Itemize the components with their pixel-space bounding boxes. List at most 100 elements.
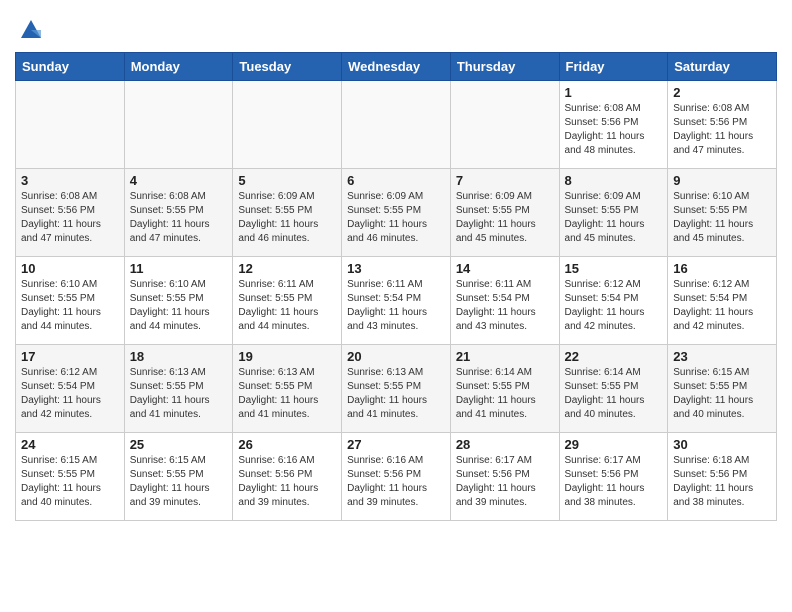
day-number: 11 (130, 261, 228, 276)
day-number: 1 (565, 85, 663, 100)
calendar-cell: 20 Sunrise: 6:13 AM Sunset: 5:55 PM Dayli… (342, 345, 451, 433)
day-number: 26 (238, 437, 336, 452)
day-number: 8 (565, 173, 663, 188)
week-row-1: 3 Sunrise: 6:08 AM Sunset: 5:56 PM Daylig… (16, 169, 777, 257)
day-number: 18 (130, 349, 228, 364)
calendar-cell: 9Sunrise: 6:10 AM Sunset: 5:55 PM Daylig… (668, 169, 777, 257)
day-number: 14 (456, 261, 554, 276)
day-number: 9 (673, 173, 771, 188)
day-number: 15 (565, 261, 663, 276)
day-info: Sunrise: 6:13 AM Sunset: 5:55 PM Dayligh… (238, 366, 336, 422)
calendar-table: SundayMondayTuesdayWednesdayThursdayFrid… (15, 52, 777, 521)
calendar-cell: 25 Sunrise: 6:15 AM Sunset: 5:55 PM Dayli… (124, 433, 233, 521)
calendar-cell: 26 Sunrise: 6:16 AM Sunset: 5:56 PM Dayli… (233, 433, 342, 521)
calendar-cell: 23 Sunrise: 6:15 AM Sunset: 5:55 PM Dayli… (668, 345, 777, 433)
day-info: Sunrise: 6:09 AM Sunset: 5:55 PM Dayligh… (565, 190, 663, 246)
day-info: Sunrise: 6:15 AM Sunset: 5:55 PM Dayligh… (21, 454, 119, 510)
calendar-cell: 2 Sunrise: 6:08 AM Sunset: 5:56 PM Daylig… (668, 81, 777, 169)
day-info: Sunrise: 6:13 AM Sunset: 5:55 PM Dayligh… (347, 366, 445, 422)
day-info: Sunrise: 6:08 AM Sunset: 5:56 PM Dayligh… (21, 190, 119, 246)
day-info: Sunrise: 6:09 AM Sunset: 5:55 PM Dayligh… (347, 190, 445, 246)
calendar-cell (16, 81, 125, 169)
weekday-saturday: Saturday (668, 53, 777, 81)
week-row-2: 10 Sunrise: 6:10 AM Sunset: 5:55 PM Dayli… (16, 257, 777, 345)
day-number: 25 (130, 437, 228, 452)
day-number: 2 (673, 85, 771, 100)
day-info: Sunrise: 6:14 AM Sunset: 5:55 PM Dayligh… (565, 366, 663, 422)
day-number: 13 (347, 261, 445, 276)
day-info: Sunrise: 6:11 AM Sunset: 5:54 PM Dayligh… (456, 278, 554, 334)
day-info: Sunrise: 6:11 AM Sunset: 5:54 PM Dayligh… (347, 278, 445, 334)
weekday-friday: Friday (559, 53, 668, 81)
day-info: Sunrise: 6:16 AM Sunset: 5:56 PM Dayligh… (238, 454, 336, 510)
week-row-0: 1 Sunrise: 6:08 AM Sunset: 5:56 PM Daylig… (16, 81, 777, 169)
calendar-cell: 29Sunrise: 6:17 AM Sunset: 5:56 PM Dayli… (559, 433, 668, 521)
weekday-header-row: SundayMondayTuesdayWednesdayThursdayFrid… (16, 53, 777, 81)
weekday-monday: Monday (124, 53, 233, 81)
calendar-cell: 4Sunrise: 6:08 AM Sunset: 5:55 PM Daylig… (124, 169, 233, 257)
weekday-thursday: Thursday (450, 53, 559, 81)
page: SundayMondayTuesdayWednesdayThursdayFrid… (0, 0, 792, 536)
calendar-cell: 24 Sunrise: 6:15 AM Sunset: 5:55 PM Dayli… (16, 433, 125, 521)
day-info: Sunrise: 6:10 AM Sunset: 5:55 PM Dayligh… (21, 278, 119, 334)
calendar-cell: 7Sunrise: 6:09 AM Sunset: 5:55 PM Daylig… (450, 169, 559, 257)
calendar-cell: 27Sunrise: 6:16 AM Sunset: 5:56 PM Dayli… (342, 433, 451, 521)
day-info: Sunrise: 6:09 AM Sunset: 5:55 PM Dayligh… (238, 190, 336, 246)
day-info: Sunrise: 6:12 AM Sunset: 5:54 PM Dayligh… (21, 366, 119, 422)
calendar-cell (124, 81, 233, 169)
calendar-cell: 16 Sunrise: 6:12 AM Sunset: 5:54 PM Dayli… (668, 257, 777, 345)
weekday-wednesday: Wednesday (342, 53, 451, 81)
day-number: 20 (347, 349, 445, 364)
day-number: 21 (456, 349, 554, 364)
day-info: Sunrise: 6:18 AM Sunset: 5:56 PM Dayligh… (673, 454, 771, 510)
day-info: Sunrise: 6:13 AM Sunset: 5:55 PM Dayligh… (130, 366, 228, 422)
calendar-cell: 18 Sunrise: 6:13 AM Sunset: 5:55 PM Dayli… (124, 345, 233, 433)
day-info: Sunrise: 6:08 AM Sunset: 5:56 PM Dayligh… (673, 102, 771, 158)
calendar-cell: 3 Sunrise: 6:08 AM Sunset: 5:56 PM Daylig… (16, 169, 125, 257)
calendar-cell (233, 81, 342, 169)
day-info: Sunrise: 6:17 AM Sunset: 5:56 PM Dayligh… (565, 454, 663, 510)
calendar-cell: 6 Sunrise: 6:09 AM Sunset: 5:55 PM Daylig… (342, 169, 451, 257)
day-number: 3 (21, 173, 119, 188)
week-row-3: 17 Sunrise: 6:12 AM Sunset: 5:54 PM Dayli… (16, 345, 777, 433)
day-info: Sunrise: 6:15 AM Sunset: 5:55 PM Dayligh… (673, 366, 771, 422)
day-number: 23 (673, 349, 771, 364)
logo-icon (17, 16, 45, 44)
day-number: 17 (21, 349, 119, 364)
calendar-cell (450, 81, 559, 169)
day-number: 4 (130, 173, 228, 188)
week-row-4: 24 Sunrise: 6:15 AM Sunset: 5:55 PM Dayli… (16, 433, 777, 521)
calendar-cell: 17 Sunrise: 6:12 AM Sunset: 5:54 PM Dayli… (16, 345, 125, 433)
day-info: Sunrise: 6:15 AM Sunset: 5:55 PM Dayligh… (130, 454, 228, 510)
logo (15, 16, 45, 44)
day-info: Sunrise: 6:12 AM Sunset: 5:54 PM Dayligh… (673, 278, 771, 334)
day-number: 12 (238, 261, 336, 276)
day-number: 24 (21, 437, 119, 452)
calendar-cell: 19 Sunrise: 6:13 AM Sunset: 5:55 PM Dayli… (233, 345, 342, 433)
calendar-cell: 13 Sunrise: 6:11 AM Sunset: 5:54 PM Dayli… (342, 257, 451, 345)
day-number: 16 (673, 261, 771, 276)
day-info: Sunrise: 6:14 AM Sunset: 5:55 PM Dayligh… (456, 366, 554, 422)
day-info: Sunrise: 6:11 AM Sunset: 5:55 PM Dayligh… (238, 278, 336, 334)
day-info: Sunrise: 6:08 AM Sunset: 5:56 PM Dayligh… (565, 102, 663, 158)
day-number: 6 (347, 173, 445, 188)
day-number: 10 (21, 261, 119, 276)
calendar-cell (342, 81, 451, 169)
calendar-cell: 12 Sunrise: 6:11 AM Sunset: 5:55 PM Dayli… (233, 257, 342, 345)
calendar-cell: 28Sunrise: 6:17 AM Sunset: 5:56 PM Dayli… (450, 433, 559, 521)
day-number: 28 (456, 437, 554, 452)
day-number: 30 (673, 437, 771, 452)
calendar-cell: 15Sunrise: 6:12 AM Sunset: 5:54 PM Dayli… (559, 257, 668, 345)
weekday-tuesday: Tuesday (233, 53, 342, 81)
calendar-cell: 5Sunrise: 6:09 AM Sunset: 5:55 PM Daylig… (233, 169, 342, 257)
day-info: Sunrise: 6:16 AM Sunset: 5:56 PM Dayligh… (347, 454, 445, 510)
day-number: 22 (565, 349, 663, 364)
weekday-sunday: Sunday (16, 53, 125, 81)
day-info: Sunrise: 6:10 AM Sunset: 5:55 PM Dayligh… (130, 278, 228, 334)
calendar-cell: 14 Sunrise: 6:11 AM Sunset: 5:54 PM Dayli… (450, 257, 559, 345)
header (15, 10, 777, 44)
day-number: 7 (456, 173, 554, 188)
calendar-cell: 10 Sunrise: 6:10 AM Sunset: 5:55 PM Dayli… (16, 257, 125, 345)
day-number: 19 (238, 349, 336, 364)
calendar-cell: 21 Sunrise: 6:14 AM Sunset: 5:55 PM Dayli… (450, 345, 559, 433)
